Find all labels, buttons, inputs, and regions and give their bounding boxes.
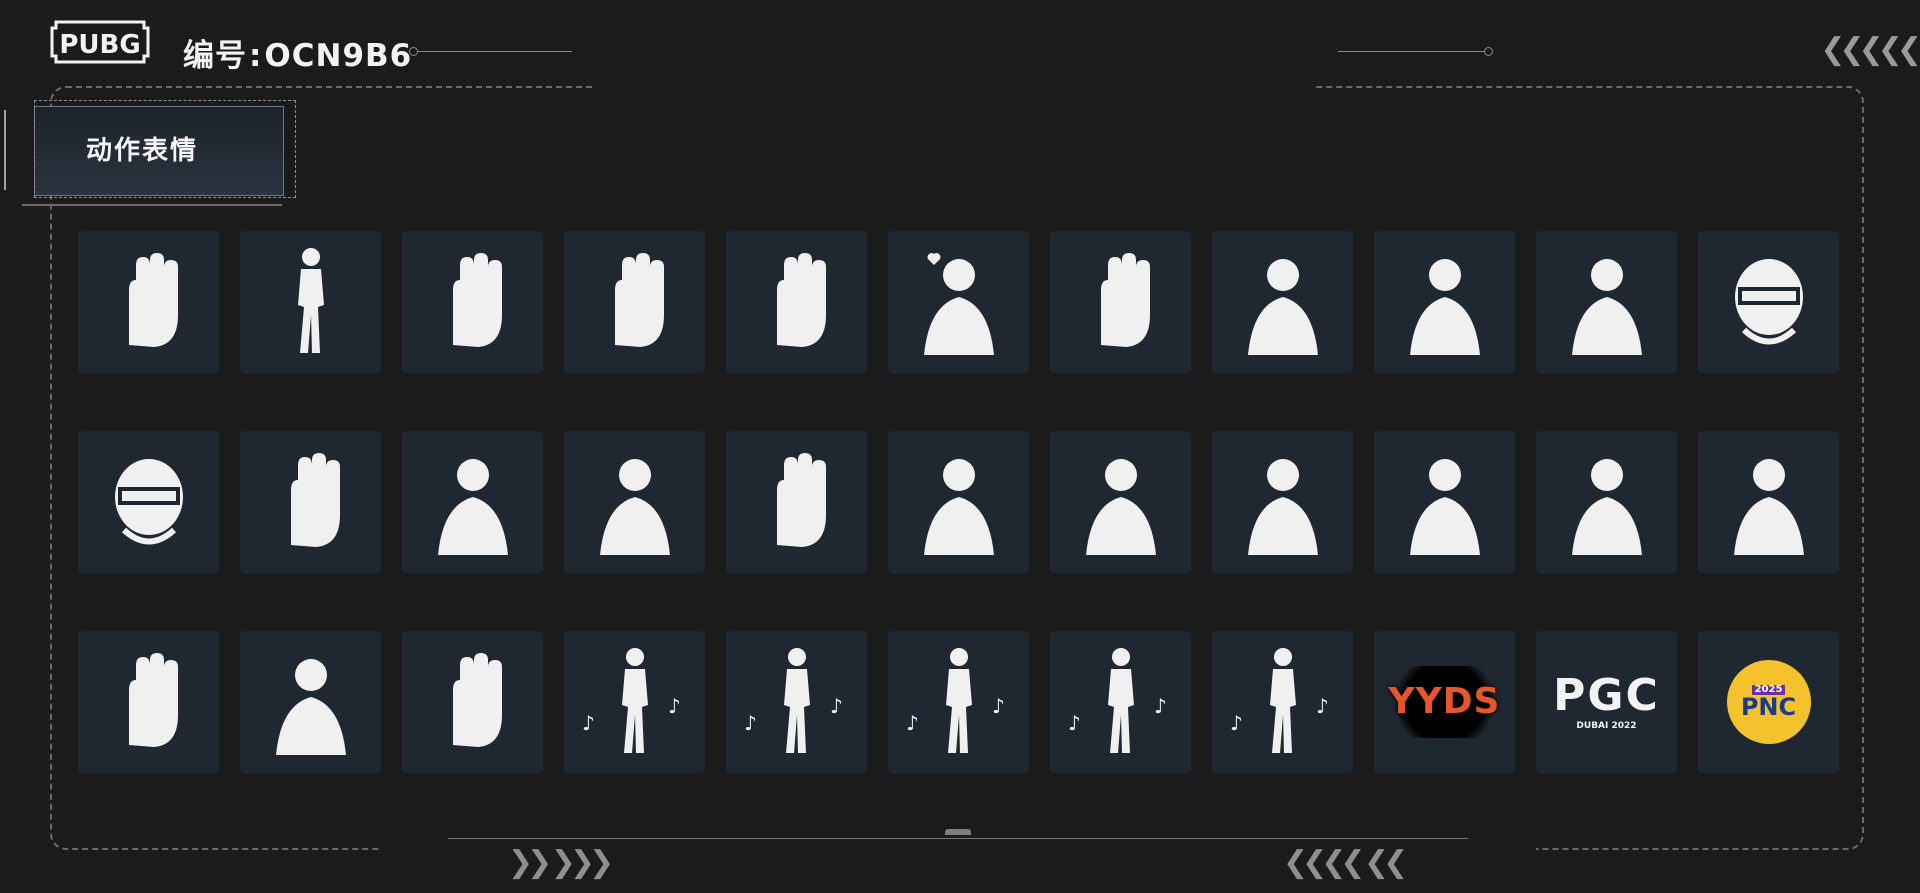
hands-up-icon [1056, 235, 1186, 369]
tag-underline [22, 204, 282, 206]
head-turn-icon [1380, 235, 1510, 369]
coin-flip-icon [84, 235, 214, 369]
yyds-icon: YYDS [1382, 666, 1507, 738]
frame-gap-top [592, 80, 1316, 94]
emote-tile[interactable] [78, 631, 219, 773]
emote-tile[interactable]: ♪ ♪ [564, 631, 705, 773]
check-watch-dance-icon: ♪ ♪ [1218, 635, 1348, 769]
emote-tile[interactable] [888, 231, 1029, 373]
emote-tile[interactable]: PGC DUBAI 2022 [1536, 631, 1677, 773]
cupped-hands-icon [408, 235, 538, 369]
emote-tile[interactable] [240, 631, 381, 773]
category-label: 动作表情 [86, 136, 199, 166]
emote-tile[interactable] [402, 631, 543, 773]
chevrons-left-icon: ❮❮❮❮❮ [1820, 32, 1920, 67]
chevrons-right-icon: ❯❯ ❯❯❯ [508, 845, 614, 880]
face-palm-cry-icon [1542, 435, 1672, 569]
emote-tile[interactable] [564, 231, 705, 373]
facepalm-icon [1704, 435, 1834, 569]
emote-tile[interactable] [1374, 431, 1515, 573]
music-dance-icon: ♪ ♪ [732, 635, 862, 769]
header-divider-left [409, 47, 572, 56]
svg-text:♪: ♪ [1154, 694, 1167, 718]
emote-tile[interactable] [402, 231, 543, 373]
svg-text:♪: ♪ [1230, 711, 1243, 735]
emote-tile[interactable] [888, 431, 1029, 573]
tag-corner-left [4, 110, 20, 190]
emote-tile[interactable] [726, 431, 867, 573]
arms-crossed-icon [246, 635, 376, 769]
resting-arm-icon [1542, 235, 1672, 369]
stop-hand-icon [84, 635, 214, 769]
chevrons-left-icon: ❮❮❮❮ ❮❮ [1283, 845, 1408, 880]
emote-tile[interactable] [240, 231, 381, 373]
emote-tile[interactable] [1050, 231, 1191, 373]
nervous-hands-icon [732, 235, 862, 369]
pubg-logo: PUBG [50, 20, 150, 64]
svg-text:♪: ♪ [906, 711, 919, 735]
emote-collection-screen: PUBG 编号 : OCN9B6 ❮❮❮❮❮ ❯❯ ❯❯❯ ❮❮❮❮ ❮❮ 动作… [0, 0, 1920, 893]
pubg-logo-text: PUBG [59, 30, 140, 60]
emote-tile[interactable] [402, 431, 543, 573]
confused-shrug-icon [1056, 435, 1186, 569]
heart-gesture-icon [894, 235, 1024, 369]
pgc-icon: PGC DUBAI 2022 [1553, 669, 1660, 731]
emote-tile[interactable] [240, 431, 381, 573]
dizzy-icon [570, 435, 700, 569]
sad-arms-crossed-icon [1218, 435, 1348, 569]
emote-tile[interactable] [1536, 431, 1677, 573]
header-divider-right [1338, 47, 1493, 56]
emote-tile[interactable] [78, 231, 219, 373]
emote-tile[interactable] [1050, 431, 1191, 573]
clapping-icon [246, 435, 376, 569]
hand-on-head-icon [570, 235, 700, 369]
helmet-angry-icon [1704, 235, 1834, 369]
emote-grid: ♪ ♪ ♪ ♪ ♪ ♪ ♪ ♪ ♪ ♪ YYDS PGC DUBAI 2022 2025 PNC [78, 231, 1839, 773]
serial-number: 编号 : OCN9B6 [183, 30, 412, 75]
svg-text:♪: ♪ [668, 694, 681, 718]
svg-text:♪: ♪ [1316, 694, 1329, 718]
helmet-laugh-icon [84, 435, 214, 569]
duo-dance-icon: ♪ ♪ [894, 635, 1024, 769]
svg-text:♪: ♪ [582, 711, 595, 735]
emote-tile[interactable]: YYDS [1374, 631, 1515, 773]
svg-text:♪: ♪ [830, 694, 843, 718]
emote-tile[interactable]: ♪ ♪ [726, 631, 867, 773]
svg-text:♪: ♪ [992, 694, 1005, 718]
emote-tile[interactable]: ♪ ♪ [888, 631, 1029, 773]
emote-tile[interactable] [1698, 231, 1839, 373]
shrug-thinking-icon [894, 435, 1024, 569]
ballet-dance-icon: ♪ ♪ [570, 635, 700, 769]
emote-tile[interactable] [1698, 431, 1839, 573]
emote-tile[interactable]: ♪ ♪ [1050, 631, 1191, 773]
wave-icon [1218, 235, 1348, 369]
emote-tile[interactable]: 2025 PNC [1698, 631, 1839, 773]
serial-separator: : [249, 38, 263, 74]
category-tab[interactable]: 动作表情 [4, 100, 304, 218]
nose-pick-icon [408, 435, 538, 569]
jump-dance-icon: ♪ ♪ [1056, 635, 1186, 769]
svg-text:♪: ♪ [744, 711, 757, 735]
emote-tile[interactable] [78, 431, 219, 573]
pnc-icon: 2025 PNC [1726, 660, 1811, 744]
shy-pose-icon [246, 235, 376, 369]
bottom-tab-marker [945, 829, 971, 835]
emote-tile[interactable]: ♪ ♪ [1212, 631, 1353, 773]
emote-tile[interactable] [1212, 231, 1353, 373]
kick-icon [1380, 435, 1510, 569]
bottom-divider [448, 838, 1468, 839]
emote-tile[interactable] [1374, 231, 1515, 373]
emote-tile[interactable] [564, 431, 705, 573]
emote-tile[interactable] [1212, 431, 1353, 573]
emote-tile[interactable] [1536, 231, 1677, 373]
emote-tile[interactable] [726, 231, 867, 373]
svg-text:♪: ♪ [1068, 711, 1081, 735]
thumbs-up-icon [408, 635, 538, 769]
serial-value: OCN9B6 [264, 38, 413, 74]
pointing-icon [732, 435, 862, 569]
serial-label: 编号 [183, 38, 247, 74]
